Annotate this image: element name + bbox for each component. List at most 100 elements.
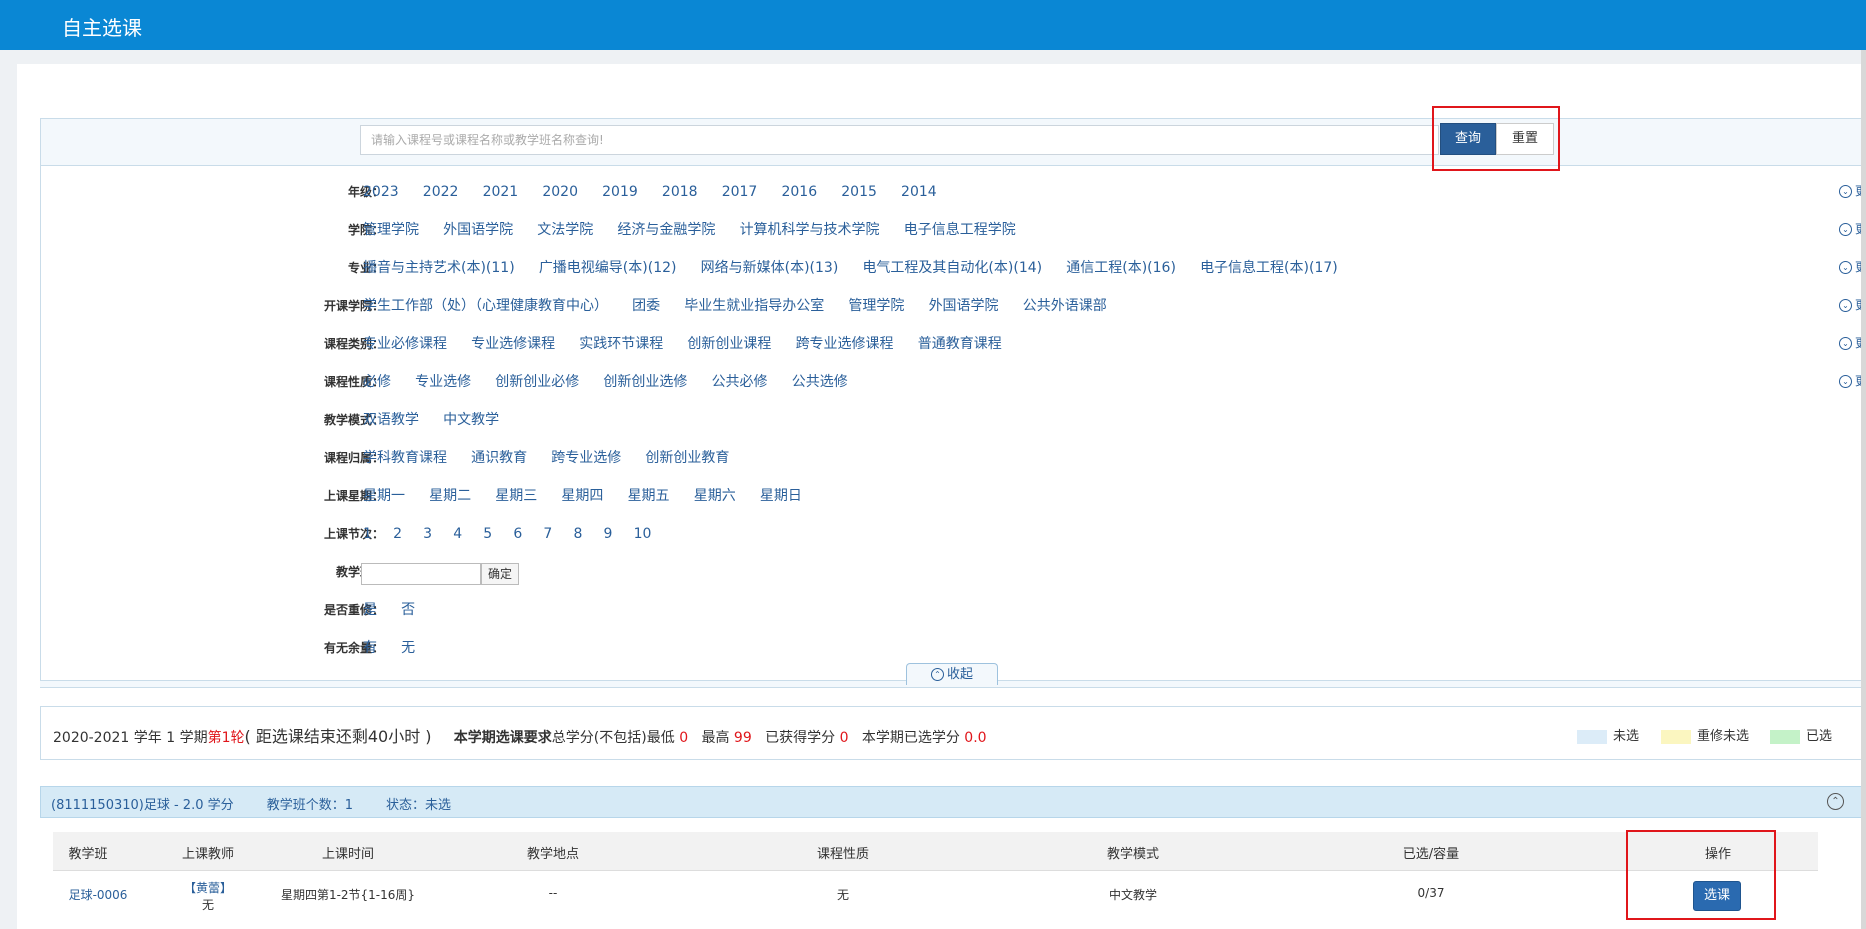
filter-option[interactable]: 创新创业必修 [495, 370, 579, 394]
filter-option[interactable]: 6 [513, 522, 522, 546]
filter-option[interactable]: 专业选修 [415, 370, 471, 394]
filter-option[interactable]: 2017 [722, 180, 758, 204]
filter-option[interactable]: 9 [604, 522, 613, 546]
collapse-button[interactable]: ⌃ 收起 [906, 663, 998, 685]
filter-option[interactable]: 2 [393, 522, 402, 546]
search-input[interactable] [360, 125, 1439, 155]
filter-option[interactable]: 8 [573, 522, 582, 546]
filter-option[interactable]: 公共外语课部 [1023, 294, 1107, 318]
filter-option[interactable]: 星期六 [694, 484, 736, 508]
filter-option[interactable]: 学生工作部（处）（心理健康教育中心） [363, 294, 608, 318]
filter-option[interactable]: 电子信息工程(本)(17) [1200, 256, 1338, 280]
scrollbar[interactable] [1861, 50, 1866, 929]
filter-option[interactable]: 创新创业选修 [603, 370, 687, 394]
filter-row-major: 专业： 播音与主持艺术(本)(11) 广播电视编导(本)(12) 网络与新媒体(… [41, 256, 1866, 280]
filter-option[interactable]: 否 [401, 598, 415, 622]
class-time: 星期四第1-2节{1-16周} [280, 888, 416, 902]
filter-option[interactable]: 通识教育 [471, 446, 527, 470]
filter-option[interactable]: 外国语学院 [929, 294, 999, 318]
course-header[interactable]: (8111150310)足球 - 2.0 学分 教学班个数：1 状态：未选 ⌃ [40, 786, 1866, 818]
filter-option[interactable]: 星期三 [495, 484, 537, 508]
filter-option[interactable]: 通信工程(本)(16) [1066, 256, 1176, 280]
filter-option[interactable]: 2018 [662, 180, 698, 204]
filter-option[interactable]: 公共选修 [792, 370, 848, 394]
filter-option[interactable]: 是 [363, 598, 377, 622]
filter-row-period: 上课节次： 1 2 3 4 5 6 7 8 9 10 [41, 522, 1866, 546]
collapse-course-icon[interactable]: ⌃ [1827, 793, 1844, 810]
class-input[interactable] [361, 563, 481, 585]
filter-option[interactable]: 专业必修课程 [363, 332, 447, 356]
filter-option[interactable]: 管理学院 [848, 294, 904, 318]
filter-option[interactable]: 星期二 [429, 484, 471, 508]
teacher-link[interactable]: 【黄蕾】 [173, 879, 243, 896]
filter-option[interactable]: 电气工程及其自动化(本)(14) [862, 256, 1042, 280]
filter-option[interactable]: 网络与新媒体(本)(13) [701, 256, 839, 280]
filter-option[interactable]: 文法学院 [537, 218, 593, 242]
filter-row-offering-college: 开课学院： 学生工作部（处）（心理健康教育中心） 团委 毕业生就业指导办公室 管… [41, 294, 1866, 318]
filter-option[interactable]: 2020 [542, 180, 578, 204]
filter-option[interactable]: 普通教育课程 [918, 332, 1002, 356]
filter-option[interactable]: 跨专业选修 [551, 446, 621, 470]
filter-option[interactable]: 星期日 [760, 484, 802, 508]
filter-option[interactable]: 外国语学院 [443, 218, 513, 242]
selected-credit: 0.0 [964, 730, 987, 746]
class-confirm-button[interactable]: 确定 [481, 563, 519, 585]
filter-option[interactable]: 3 [423, 522, 432, 546]
filter-option[interactable]: 双语教学 [363, 408, 419, 432]
filter-option[interactable]: 2019 [602, 180, 638, 204]
filter-option[interactable]: 学科教育课程 [363, 446, 447, 470]
selection-info-bar: 2020-2021 学年 1 学期第1轮( 距选课结束还剩40小时 ) 本学期选… [40, 706, 1866, 760]
filter-option[interactable]: 无 [401, 636, 415, 660]
filter-option[interactable]: 星期五 [628, 484, 670, 508]
filter-option[interactable]: 计算机科学与技术学院 [740, 218, 880, 242]
filter-option[interactable]: 10 [634, 522, 652, 546]
course-status: 状态：未选 [386, 798, 452, 813]
filter-option[interactable]: 2022 [423, 180, 459, 204]
legend-swatch [1577, 729, 1607, 744]
selection-info: 2020-2021 学年 1 学期第1轮( 距选课结束还剩40小时 ) 本学期选… [53, 723, 987, 747]
filter-option[interactable]: 创新创业课程 [687, 332, 771, 356]
class-place: -- [548, 886, 558, 900]
course-title: (8111150310)足球 - 2.0 学分 [51, 798, 234, 813]
filter-option[interactable]: 团委 [632, 294, 660, 318]
filter-option[interactable]: 创新创业教育 [645, 446, 729, 470]
filter-option[interactable]: 实践环节课程 [579, 332, 663, 356]
filter-option[interactable]: 中文教学 [443, 408, 499, 432]
max-credit: 99 [733, 730, 752, 746]
filter-option[interactable]: 7 [543, 522, 552, 546]
column-header: 教学班 [68, 847, 108, 862]
filter-row-college: 学院： 管理学院 外国语学院 文法学院 经济与金融学院 计算机科学与技术学院 电… [41, 218, 1866, 242]
filter-option[interactable]: 2014 [901, 180, 937, 204]
filter-option[interactable]: 公共必修 [712, 370, 768, 394]
chevron-down-icon: ⌄ [1839, 299, 1852, 312]
chevron-down-icon: ⌄ [1839, 375, 1852, 388]
filter-option[interactable]: 2023 [363, 180, 399, 204]
filter-option[interactable]: 经济与金融学院 [617, 218, 715, 242]
filter-option[interactable]: 4 [453, 522, 462, 546]
filter-option[interactable]: 星期四 [561, 484, 603, 508]
filter-option[interactable]: 专业选修课程 [471, 332, 555, 356]
legend-swatch [1770, 729, 1800, 744]
filter-option[interactable]: 2021 [483, 180, 519, 204]
filter-option[interactable]: 电子信息工程学院 [904, 218, 1016, 242]
filter-option[interactable]: 毕业生就业指导办公室 [684, 294, 824, 318]
filter-option[interactable]: 管理学院 [363, 218, 419, 242]
filter-option[interactable]: 必修 [363, 370, 391, 394]
filter-option[interactable]: 2015 [841, 180, 877, 204]
filter-option[interactable]: 有 [363, 636, 377, 660]
filter-option[interactable]: 广播电视编导(本)(12) [539, 256, 677, 280]
filter-option[interactable]: 星期一 [363, 484, 405, 508]
filter-option[interactable]: 2016 [781, 180, 817, 204]
filter-option[interactable]: 1 [363, 522, 372, 546]
filter-option[interactable]: 播音与主持艺术(本)(11) [363, 256, 515, 280]
class-link[interactable]: 足球-0006 [53, 886, 143, 903]
round-text: 第1轮 [207, 730, 245, 746]
legend-label: 未选 [1613, 729, 1640, 744]
column-header: 课程性质 [816, 847, 869, 862]
collapse-label: 收起 [946, 667, 973, 682]
column-header: 上课时间 [321, 847, 374, 862]
filter-option[interactable]: 5 [483, 522, 492, 546]
requirement-text: 总学分(不包括)最低 [551, 730, 675, 746]
filter-row-teaching-mode: 教学模式： 双语教学 中文教学 [41, 408, 1866, 432]
filter-option[interactable]: 跨专业选修课程 [796, 332, 894, 356]
